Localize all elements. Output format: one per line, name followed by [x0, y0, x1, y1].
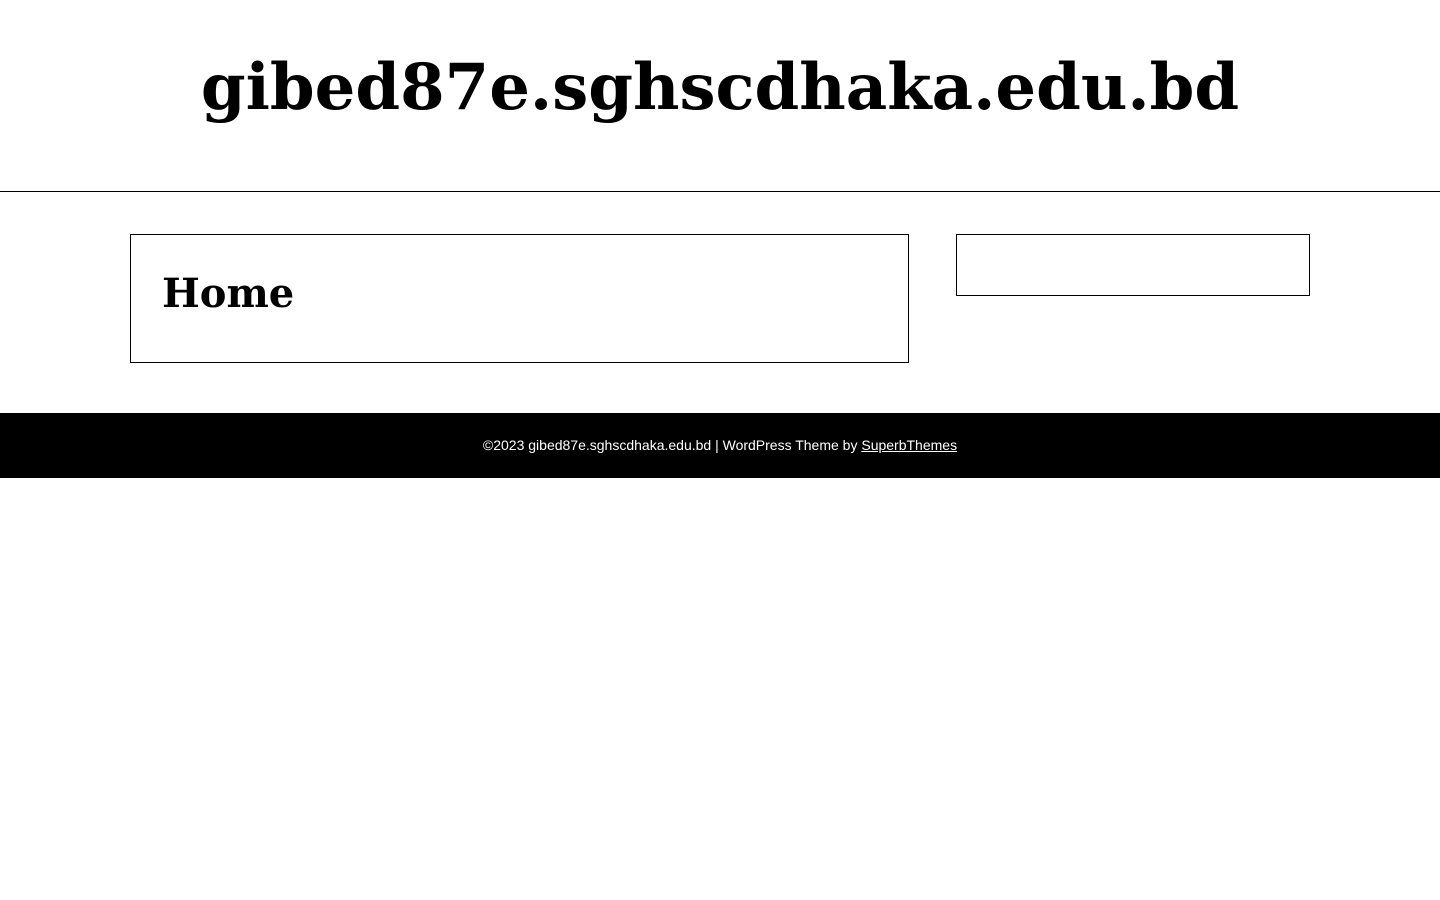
superbthemes-link[interactable]: SuperbThemes [861, 437, 957, 453]
copyright-text: ©2023 gibed87e.sghscdhaka.edu.bd | WordP… [482, 437, 862, 453]
site-header: gibed87e.sghscdhaka.edu.bd [0, 0, 1440, 192]
footer-credit: ©2023 gibed87e.sghscdhaka.edu.bd | WordP… [0, 413, 1440, 478]
site-title-link[interactable]: gibed87e.sghscdhaka.edu.bd [0, 48, 1440, 128]
content-panel: Home [130, 234, 909, 363]
sidebar-panel [956, 234, 1310, 296]
site-footer: ©2023 gibed87e.sghscdhaka.edu.bd | WordP… [0, 413, 1440, 478]
page-title: Home [162, 270, 295, 317]
